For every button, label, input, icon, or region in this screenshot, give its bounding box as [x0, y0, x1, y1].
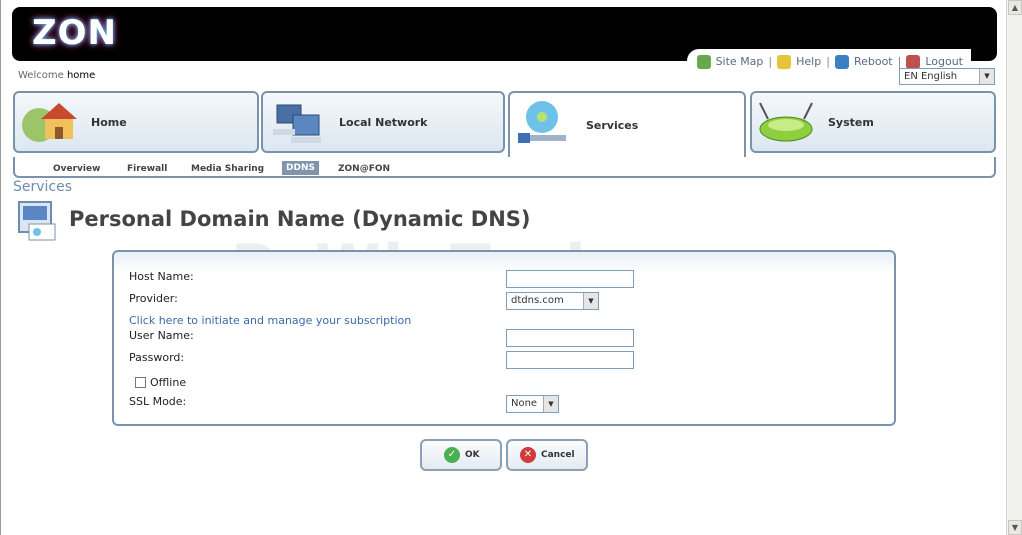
home-icon [22, 103, 77, 142]
page: ZON Site Map | Help | Reboot | Logout We… [0, 0, 1022, 535]
reboot-icon[interactable] [834, 54, 849, 69]
chevron-down-icon[interactable]: ▼ [979, 69, 994, 84]
tab-home[interactable]: Home [13, 91, 259, 153]
separator: | [768, 55, 773, 68]
subnav-ddns[interactable]: DDNS [282, 161, 319, 175]
logout-icon[interactable] [906, 54, 921, 69]
ssl-mode-value: None [511, 398, 538, 409]
tab-local-network-label: Local Network [339, 115, 428, 129]
cancel-button[interactable]: ✕ Cancel [506, 439, 588, 471]
subnav-media-sharing[interactable]: Media Sharing [191, 164, 264, 174]
services-icon [518, 101, 566, 143]
system-icon [759, 102, 813, 142]
cancel-label: Cancel [541, 450, 575, 460]
subnav-firewall[interactable]: Firewall [127, 164, 167, 174]
host-name-label: Host Name: [129, 270, 194, 283]
tab-system[interactable]: System [750, 91, 996, 153]
scroll-up-icon[interactable]: ▲ [1008, 0, 1022, 15]
language-select[interactable]: EN English ▼ [899, 68, 995, 85]
site-map-link[interactable]: Site Map [716, 55, 764, 68]
offline-label: Offline [150, 376, 187, 389]
site-map-icon[interactable] [696, 54, 711, 69]
header-bar: ZON Site Map | Help | Reboot | Logout [12, 7, 997, 71]
user-name-label: User Name: [129, 329, 194, 342]
welcome-text: Welcome home [18, 70, 95, 81]
separator: | [826, 55, 830, 68]
section-title: Services [13, 179, 73, 195]
password-label: Password: [129, 351, 185, 364]
chevron-down-icon[interactable]: ▼ [543, 396, 558, 412]
tab-home-label: Home [91, 115, 127, 129]
vertical-scrollbar[interactable]: ▲ ▼ [1006, 0, 1022, 535]
provider-select[interactable]: dtdns.com ▼ [506, 292, 599, 310]
close-icon: ✕ [520, 447, 536, 463]
tab-local-network[interactable]: Local Network [261, 91, 505, 153]
zon-logo[interactable]: ZON [32, 13, 117, 53]
logout-link[interactable]: Logout [925, 55, 963, 68]
tab-services[interactable]: Services [508, 91, 746, 157]
password-input[interactable] [506, 351, 634, 369]
user-name-input[interactable] [506, 329, 634, 347]
reboot-link[interactable]: Reboot [854, 55, 893, 68]
ddns-form: Host Name: Provider: dtdns.com ▼ Click h… [112, 250, 896, 426]
separator: | [897, 55, 902, 68]
subnav-zon-fon[interactable]: ZON@FON [338, 164, 390, 174]
welcome-prefix: Welcome [18, 70, 64, 81]
ssl-mode-select[interactable]: None ▼ [506, 395, 559, 413]
host-name-input[interactable] [506, 270, 634, 288]
ssl-mode-label: SSL Mode: [129, 395, 187, 408]
page-title: Personal Domain Name (Dynamic DNS) [69, 207, 531, 231]
provider-label: Provider: [129, 292, 178, 305]
subnav-overview[interactable]: Overview [53, 164, 100, 174]
help-link[interactable]: Help [796, 55, 821, 68]
provider-value: dtdns.com [511, 295, 564, 306]
dynamic-dns-icon [18, 201, 56, 241]
tab-services-label: Services [586, 118, 639, 132]
help-icon[interactable] [777, 54, 792, 69]
ok-label: OK [465, 450, 480, 460]
offline-checkbox[interactable] [135, 377, 146, 388]
scroll-down-icon[interactable]: ▼ [1008, 520, 1022, 535]
sub-navigation: Overview Firewall Media Sharing DDNS ZON… [13, 157, 996, 178]
check-icon: ✓ [444, 447, 460, 463]
ok-button[interactable]: ✓ OK [420, 439, 502, 471]
main-tabs: Home Local Network Services System [13, 91, 996, 157]
tab-system-label: System [828, 115, 874, 129]
local-network-icon [273, 104, 321, 143]
subscription-link[interactable]: Click here to initiate and manage your s… [129, 314, 411, 327]
welcome-user: home [66, 70, 96, 81]
language-value: EN English [904, 71, 958, 82]
chevron-down-icon[interactable]: ▼ [583, 293, 598, 309]
